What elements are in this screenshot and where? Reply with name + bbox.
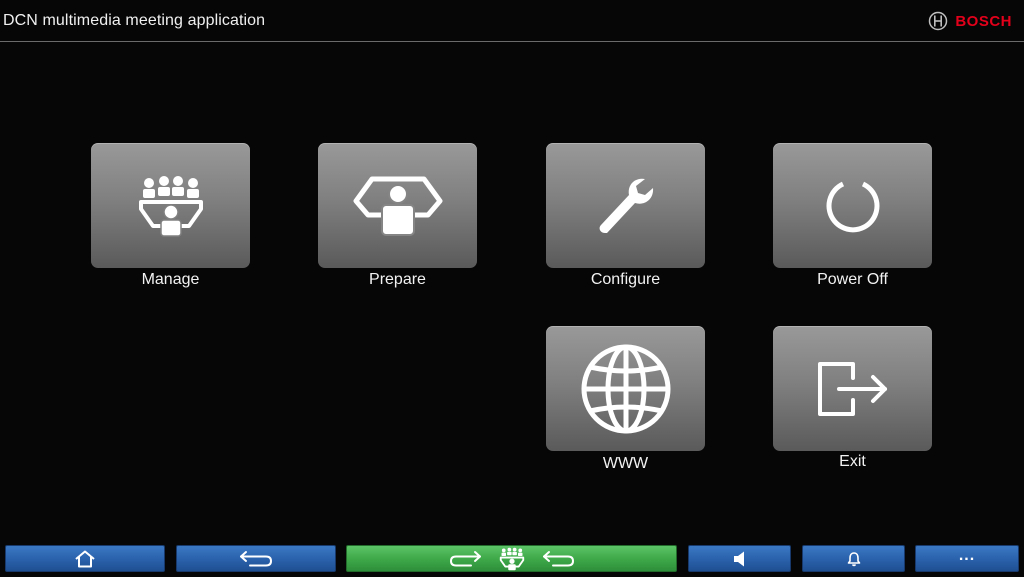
- back-arrow-icon: [240, 550, 273, 566]
- brand-name: BOSCH: [955, 12, 1012, 30]
- exit-icon: [817, 361, 887, 416]
- prepare-label: Prepare: [369, 271, 426, 288]
- bottom-nav-bar: ...: [0, 543, 1024, 577]
- back-button[interactable]: [176, 545, 336, 572]
- prepare-seat-icon: [353, 176, 442, 236]
- more-button[interactable]: ...: [915, 545, 1019, 572]
- exit-button[interactable]: [773, 326, 932, 451]
- www-label: WWW: [602, 455, 649, 472]
- exit-label: Exit: [839, 453, 866, 470]
- brand: BOSCH: [928, 10, 1012, 32]
- wrench-icon: [599, 178, 653, 233]
- meeting-group-icon: [499, 547, 524, 570]
- app-title: DCN multimedia meeting application: [3, 12, 266, 29]
- more-label: ...: [958, 546, 976, 564]
- configure-label: Configure: [590, 271, 661, 288]
- group-people-icon: [138, 175, 203, 237]
- bosch-armature-icon: [929, 11, 948, 31]
- forward-arrow-icon: [449, 550, 481, 566]
- title-bar: DCN multimedia meeting application BOSCH: [0, 0, 1024, 42]
- home-icon: [75, 550, 95, 567]
- power-off-button[interactable]: [773, 143, 932, 268]
- bell-icon: [847, 551, 860, 566]
- power-off-label: Power Off: [817, 271, 888, 288]
- home-button[interactable]: [5, 545, 165, 572]
- volume-button[interactable]: [688, 545, 791, 572]
- power-icon: [826, 181, 879, 232]
- meeting-back-arrow-icon: [542, 550, 574, 566]
- prepare-button[interactable]: [318, 143, 477, 268]
- configure-button[interactable]: [546, 143, 705, 268]
- manage-button[interactable]: [91, 143, 250, 268]
- meeting-button[interactable]: [346, 545, 677, 572]
- manage-label: Manage: [141, 271, 200, 288]
- main-screen: DCN multimedia meeting application BOSCH: [0, 0, 1024, 577]
- globe-icon: [581, 344, 670, 433]
- speaker-icon: [733, 551, 744, 566]
- www-button[interactable]: [546, 326, 705, 451]
- alert-button[interactable]: [802, 545, 905, 572]
